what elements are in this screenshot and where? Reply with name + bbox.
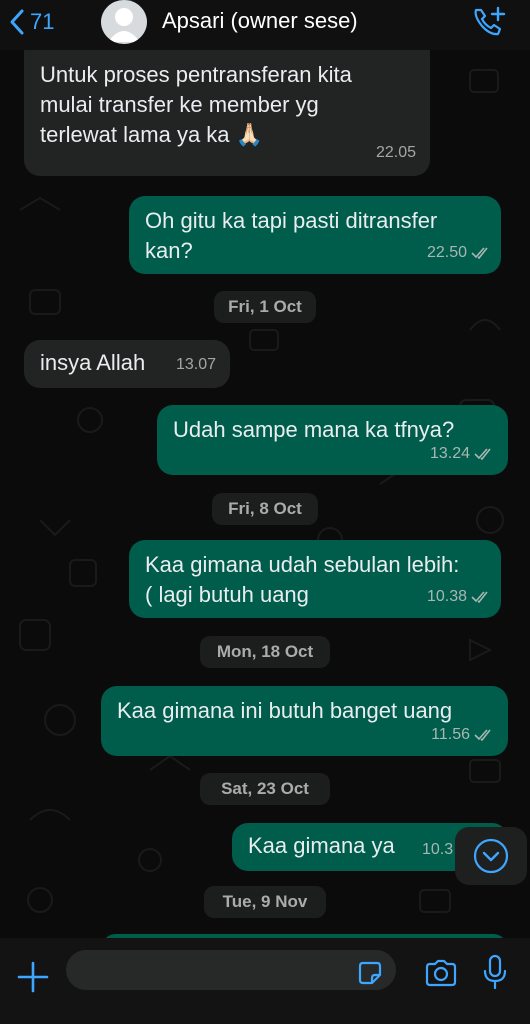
message-time: 13.07 <box>175 356 216 373</box>
message-status: 11.56 <box>431 720 494 750</box>
message-text: Udah sampe mana ka tfnya? <box>173 417 455 442</box>
avatar[interactable] <box>101 0 147 44</box>
message-list[interactable]: Untuk proses pentransferan kita mulai tr… <box>0 36 530 964</box>
scroll-to-bottom-button[interactable] <box>455 827 527 885</box>
message-time: 11.56 <box>431 726 470 743</box>
back-button[interactable]: 71 <box>8 6 54 38</box>
composer-bar <box>0 938 530 1024</box>
read-ticks-icon <box>471 591 488 603</box>
message-time: 13.24 <box>429 445 470 462</box>
read-ticks-icon <box>474 729 491 741</box>
message-time: 10.38 <box>426 588 467 605</box>
contact-name[interactable]: Apsari (owner sese) <box>162 8 358 34</box>
message-text: Untuk proses pentransferan kita mulai tr… <box>40 62 352 147</box>
chat-header: 71 Apsari (owner sese) <box>0 0 530 50</box>
message-bubble-incoming[interactable]: insya Allah 13.07 <box>24 340 230 388</box>
message-bubble-outgoing[interactable]: Udah sampe mana ka tfnya? 13.24 <box>157 405 508 475</box>
date-divider: Tue, 9 Nov <box>204 886 326 918</box>
message-text: Kaa gimana ini butuh banget uang <box>117 698 453 723</box>
date-divider: Fri, 1 Oct <box>214 291 316 323</box>
microphone-button[interactable] <box>482 954 508 997</box>
message-text: Kaa gimana ya <box>248 833 395 858</box>
message-text: Oh gitu ka tapi pasti ditransfer kan? <box>145 208 438 263</box>
chevron-left-icon <box>10 9 24 35</box>
add-call-icon <box>474 6 506 36</box>
message-text: insya Allah <box>40 350 146 375</box>
unread-count: 71 <box>30 9 55 34</box>
read-ticks-icon <box>474 448 491 460</box>
message-status: 13.24 <box>430 439 494 469</box>
message-bubble-outgoing[interactable]: Kaa gimana udah sebulan lebih: ( lagi bu… <box>129 540 501 618</box>
read-ticks-icon <box>471 247 488 259</box>
add-call-button[interactable] <box>470 4 510 45</box>
microphone-icon <box>483 954 507 990</box>
avatar-icon <box>108 8 140 42</box>
message-status: 10.38 <box>427 582 491 612</box>
attach-button[interactable] <box>14 958 52 1001</box>
date-divider: Mon, 18 Oct <box>200 636 330 668</box>
message-bubble-outgoing[interactable]: Oh gitu ka tapi pasti ditransfer kan? 22… <box>129 196 501 274</box>
camera-icon <box>425 959 457 987</box>
sticker-icon <box>358 961 382 985</box>
scroll-down-icon <box>473 838 509 874</box>
sticker-button[interactable] <box>355 958 385 993</box>
message-time: 22.50 <box>426 244 467 261</box>
message-input[interactable] <box>66 950 396 990</box>
camera-button[interactable] <box>424 958 458 993</box>
message-status: 22.50 <box>427 238 491 268</box>
plus-icon <box>17 961 49 993</box>
message-time: 10.3 <box>422 841 454 858</box>
message-bubble-incoming[interactable]: Untuk proses pentransferan kita mulai tr… <box>24 36 430 176</box>
date-divider: Fri, 8 Oct <box>212 493 318 525</box>
message-bubble-outgoing[interactable]: Kaa gimana ini butuh banget uang 11.56 <box>101 686 508 756</box>
date-divider: Sat, 23 Oct <box>200 773 330 805</box>
message-text: Kaa gimana udah sebulan lebih: ( lagi bu… <box>145 552 460 607</box>
message-time: 22.05 <box>375 144 416 161</box>
